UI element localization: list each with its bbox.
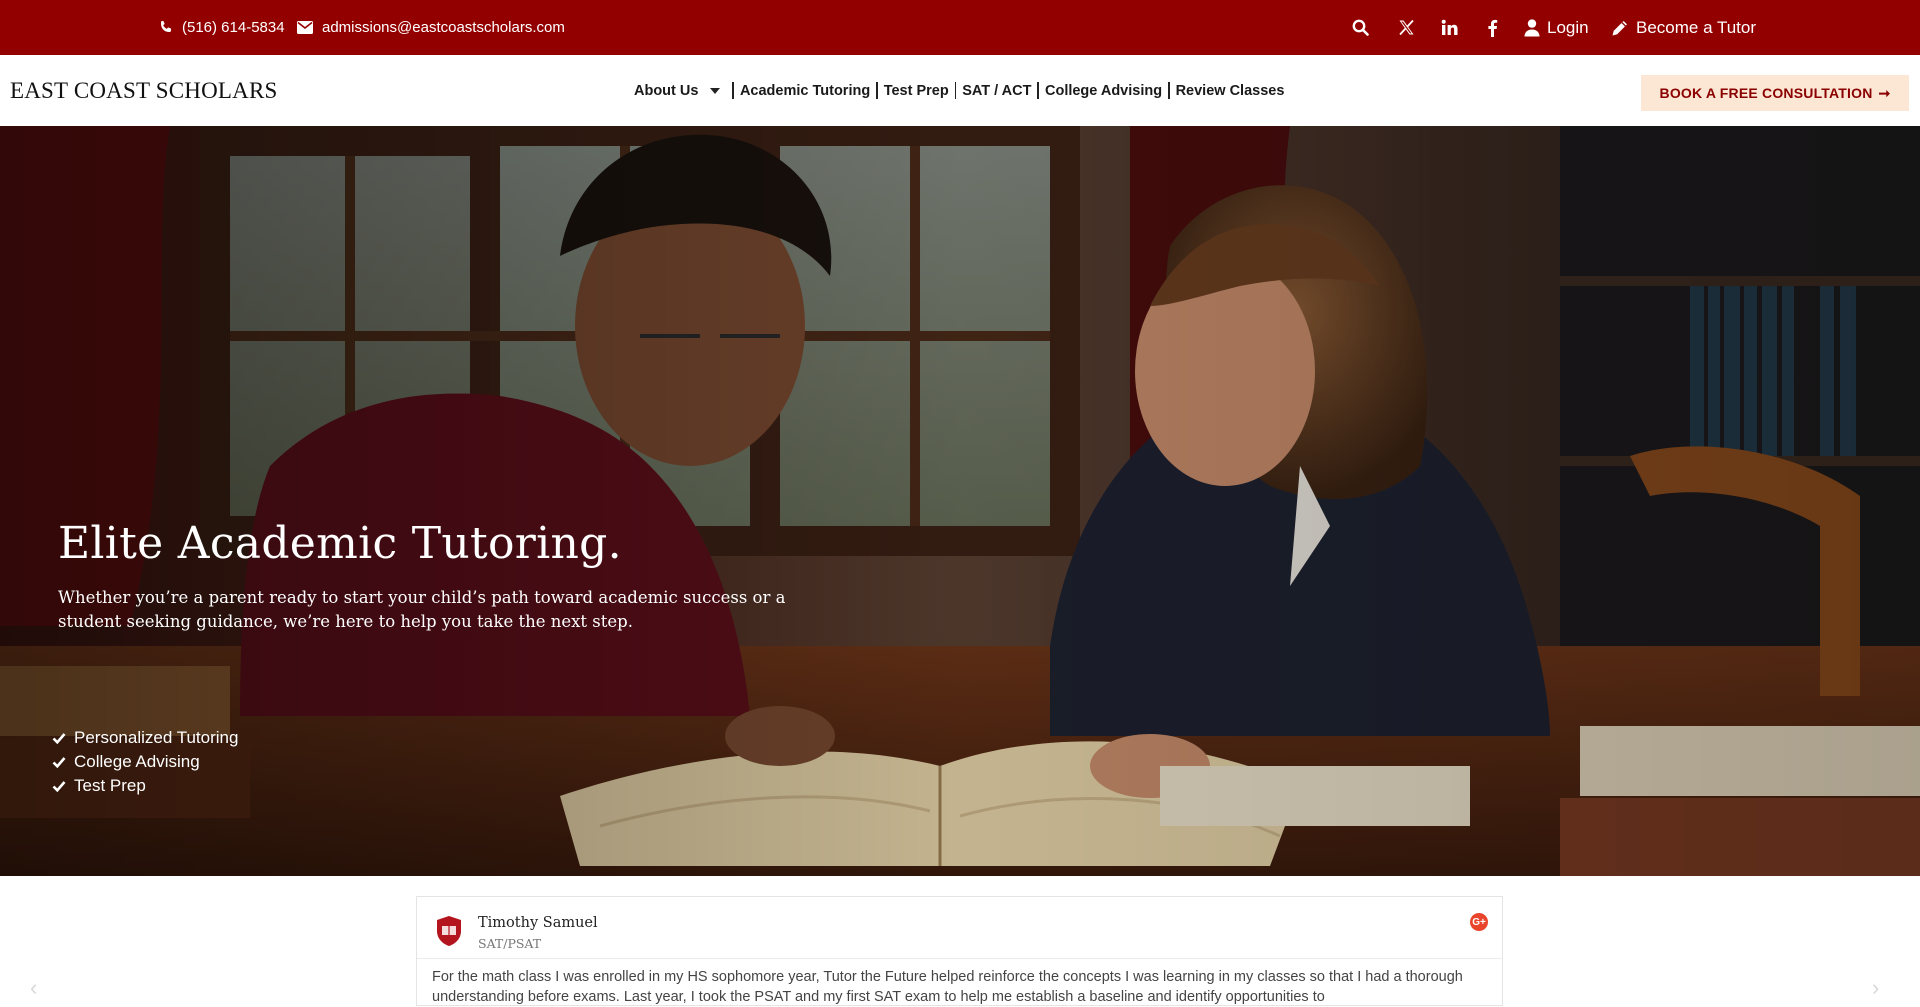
- site-logo[interactable]: EAST COAST SCHOLARS: [10, 55, 278, 126]
- nav-divider: [732, 82, 734, 99]
- review-text: For the math class I was enrolled in my …: [432, 969, 1463, 1005]
- top-bar: (516) 614-5834 admissions@eastcoastschol…: [0, 0, 1920, 55]
- shield-crest-icon: [437, 916, 461, 946]
- hero-section: Elite Academic Tutoring. Whether you’re …: [0, 126, 1920, 876]
- reviewer-name: Timothy Samuel: [478, 915, 598, 931]
- feature-label: College Advising: [74, 752, 200, 771]
- review-card: Timothy Samuel SAT/PSAT G+ For the math …: [416, 896, 1503, 1006]
- list-item: Personalized Tutoring: [52, 726, 238, 750]
- envelope-icon: [297, 21, 313, 34]
- nav-divider: [1037, 82, 1039, 99]
- become-tutor-label: Become a Tutor: [1636, 17, 1757, 37]
- chevron-down-icon[interactable]: [710, 87, 721, 94]
- email-text: admissions@eastcoastscholars.com: [322, 19, 565, 36]
- hero-background-image: [0, 126, 1920, 876]
- linkedin-icon: [1441, 19, 1457, 35]
- book-consultation-button[interactable]: BOOK A FREE CONSULTATION ➞: [1641, 75, 1909, 111]
- review-header: Timothy Samuel SAT/PSAT G+: [417, 897, 1502, 959]
- nav-divider: [954, 82, 957, 99]
- linkedin-link[interactable]: [1437, 0, 1461, 55]
- check-icon: [52, 733, 66, 744]
- pencil-icon: [1612, 20, 1627, 35]
- feature-label: Personalized Tutoring: [74, 728, 239, 747]
- chevron-left-icon[interactable]: ‹: [30, 975, 37, 1001]
- facebook-icon: [1487, 19, 1497, 37]
- phone-text: (516) 614-5834: [182, 19, 285, 36]
- user-icon: [1524, 18, 1540, 36]
- nav-item-review-classes[interactable]: Review Classes: [1176, 83, 1285, 99]
- chevron-right-icon[interactable]: ›: [1872, 975, 1879, 1001]
- main-nav: About Us Academic Tutoring Test Prep SAT…: [634, 55, 1284, 126]
- phone-icon: [161, 20, 172, 32]
- book-consultation-label: BOOK A FREE CONSULTATION: [1659, 85, 1873, 101]
- feature-list: Personalized Tutoring College Advising T…: [52, 726, 238, 798]
- nav-item-sat-act[interactable]: SAT / ACT: [962, 83, 1031, 99]
- site-header: EAST COAST SCHOLARS About Us Academic Tu…: [0, 55, 1920, 126]
- nav-item-about-us[interactable]: About Us: [634, 83, 726, 99]
- nav-item-academic-tutoring[interactable]: Academic Tutoring: [740, 83, 870, 99]
- phone-link[interactable]: (516) 614-5834: [158, 0, 285, 55]
- hero-subtitle: Whether you’re a parent ready to start y…: [58, 588, 786, 631]
- search-button[interactable]: [1348, 0, 1372, 55]
- nav-divider: [1168, 82, 1170, 99]
- review-tag: SAT/PSAT: [478, 936, 542, 951]
- check-icon: [52, 781, 66, 792]
- login-link[interactable]: Login: [1524, 0, 1589, 55]
- x-twitter-link[interactable]: [1394, 0, 1418, 55]
- login-label: Login: [1547, 17, 1589, 37]
- nav-label-about-us[interactable]: About Us: [634, 83, 698, 99]
- search-icon: [1352, 19, 1369, 36]
- check-icon: [52, 757, 66, 768]
- nav-item-college-advising[interactable]: College Advising: [1045, 83, 1162, 99]
- nav-divider: [876, 82, 878, 99]
- list-item: College Advising: [52, 750, 238, 774]
- arrow-right-icon: ➞: [1878, 84, 1891, 101]
- google-plus-icon: G+: [1470, 913, 1488, 931]
- feature-label: Test Prep: [74, 776, 146, 795]
- list-item: Test Prep: [52, 774, 238, 798]
- hero-title: Elite Academic Tutoring.: [58, 518, 622, 569]
- email-link[interactable]: admissions@eastcoastscholars.com: [297, 0, 565, 55]
- nav-item-test-prep[interactable]: Test Prep: [884, 83, 949, 99]
- become-tutor-link[interactable]: Become a Tutor: [1611, 0, 1756, 55]
- x-twitter-icon: [1398, 19, 1414, 36]
- facebook-link[interactable]: [1480, 0, 1504, 55]
